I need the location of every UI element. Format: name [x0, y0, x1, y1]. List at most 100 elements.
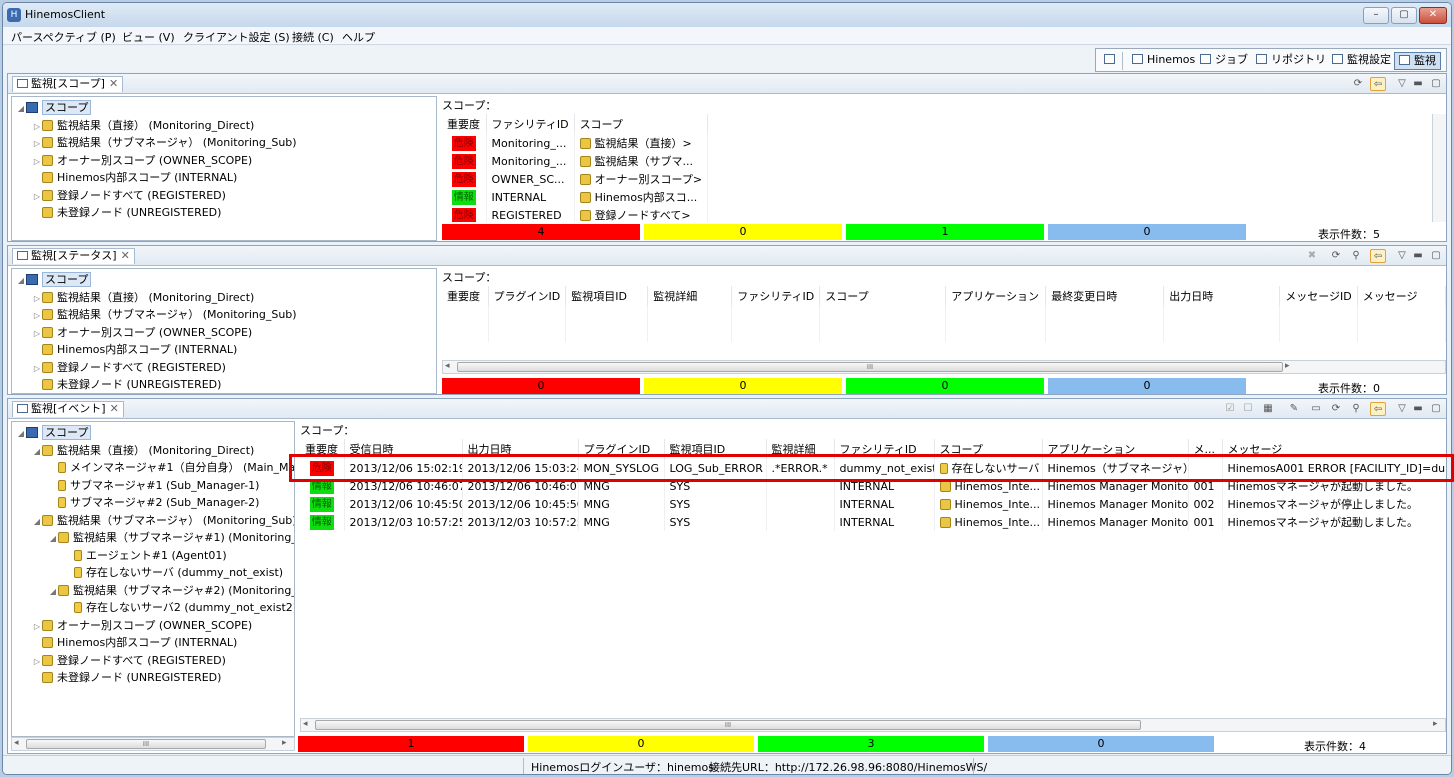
tree-item[interactable]: ▷ 登録ノードすべて (REGISTERED): [16, 652, 290, 670]
minimize-view-icon[interactable]: ▬: [1410, 77, 1426, 91]
tree-item[interactable]: ▷ 登録ノードすべて (REGISTERED): [16, 187, 432, 205]
maximize-view-icon[interactable]: ▢: [1428, 77, 1444, 91]
confirm-icon[interactable]: ☑: [1222, 402, 1238, 416]
perspective-monitor-settings[interactable]: 監視設定: [1328, 52, 1395, 70]
maximize-view-icon[interactable]: ▢: [1428, 249, 1444, 263]
tree-item[interactable]: 存在しないサーバ2 (dummy_not_exist2): [16, 599, 294, 617]
tree-item[interactable]: ▷ 監視結果（直接） (Monitoring_Direct): [16, 289, 432, 307]
batch-confirm-icon[interactable]: ▦: [1260, 402, 1276, 416]
delete-icon[interactable]: ✖: [1304, 249, 1320, 263]
column-header[interactable]: 監視項目ID: [565, 286, 649, 306]
open-perspective-icon[interactable]: [1100, 52, 1123, 70]
filter-icon[interactable]: ⚲: [1348, 249, 1364, 263]
column-header[interactable]: ファシリティID: [486, 114, 575, 134]
refresh-icon[interactable]: ⟳: [1350, 77, 1366, 91]
table-row[interactable]: 危険 OWNER_SC... オーナー別スコープ>: [442, 170, 1434, 188]
column-header[interactable]: 出力日時: [462, 439, 579, 459]
horizontal-scrollbar[interactable]: ◂ III ▸: [300, 718, 1446, 732]
column-header[interactable]: メ...: [1188, 439, 1223, 459]
menu-view[interactable]: ビュー (V): [122, 29, 175, 45]
tree-item[interactable]: Hinemos内部スコープ (INTERNAL): [16, 634, 290, 652]
column-header[interactable]: 重要度: [442, 286, 489, 306]
tree-item[interactable]: ▷ 登録ノードすべて (REGISTERED): [16, 359, 432, 377]
link-icon[interactable]: ⇦: [1370, 249, 1386, 263]
tree-root[interactable]: ◢ スコープ: [16, 99, 432, 117]
menu-perspective[interactable]: パースペクティブ (P): [11, 29, 116, 45]
table-row[interactable]: 危険 REGISTERED 登録ノードすべて>: [442, 206, 1434, 222]
tree-item[interactable]: ◢ 監視結果（サブマネージャ#1) (Monitoring_Su: [16, 529, 294, 547]
maximize-view-icon[interactable]: ▢: [1428, 402, 1444, 416]
minimize-button[interactable]: –: [1363, 7, 1389, 24]
column-header[interactable]: アプリケーション: [1042, 439, 1189, 459]
scrollbar-thumb[interactable]: III: [457, 362, 1283, 372]
tree-item[interactable]: Hinemos内部スコープ (INTERNAL): [16, 169, 432, 187]
column-header[interactable]: 監視項目ID: [664, 439, 767, 459]
scroll-left-icon[interactable]: ◂: [445, 361, 450, 371]
table-row[interactable]: 情報 2013/12/06 10:46:07 2013/12/06 10:46:07…: [300, 477, 1446, 495]
column-header[interactable]: ファシリティID: [834, 439, 935, 459]
column-header[interactable]: メッセージID: [1279, 286, 1358, 306]
tree-item[interactable]: サブマネージャ#2 (Sub_Manager-2): [16, 494, 290, 512]
table-row[interactable]: 情報 2013/12/06 10:45:50 2013/12/06 10:45:50…: [300, 495, 1446, 513]
close-tab-icon[interactable]: ✕: [121, 249, 130, 262]
column-header[interactable]: 最終変更日時: [1045, 286, 1165, 306]
scroll-left-icon[interactable]: ◂: [14, 738, 19, 748]
column-header[interactable]: 受信日時: [344, 439, 463, 459]
column-header[interactable]: 監視詳細: [766, 439, 835, 459]
tree-horizontal-scrollbar[interactable]: ◂ III ▸: [11, 737, 295, 751]
table-row[interactable]: 情報 2013/12/03 10:57:25 2013/12/03 10:57:25…: [300, 513, 1446, 531]
tree-root[interactable]: ◢ スコープ: [16, 271, 432, 289]
tree-item[interactable]: サブマネージャ#1 (Sub_Manager-1): [16, 477, 290, 495]
vertical-scrollbar[interactable]: [1432, 114, 1446, 222]
close-button[interactable]: ✕: [1419, 7, 1447, 24]
tab-scope-view[interactable]: 監視[スコープ] ✕: [12, 76, 124, 92]
maximize-button[interactable]: ▢: [1391, 7, 1417, 24]
tree-item[interactable]: ▷ 監視結果（サブマネージャ） (Monitoring_Sub): [16, 134, 432, 152]
view-menu-icon[interactable]: ▽: [1394, 402, 1410, 416]
view-menu-icon[interactable]: ▽: [1394, 249, 1410, 263]
tree-item[interactable]: 存在しないサーバ (dummy_not_exist): [16, 564, 290, 582]
column-header[interactable]: プラグインID: [488, 286, 567, 306]
perspective-repository[interactable]: リポジトリ: [1252, 52, 1330, 70]
close-tab-icon[interactable]: ✕: [109, 77, 118, 90]
tree-item[interactable]: 未登録ノード (UNREGISTERED): [16, 204, 432, 222]
filter-icon[interactable]: ⚲: [1348, 402, 1364, 416]
column-header[interactable]: 出力日時: [1163, 286, 1281, 306]
tree-item[interactable]: ▷ オーナー別スコープ (OWNER_SCOPE): [16, 617, 290, 635]
tree-item[interactable]: ▷ 監視結果（直接） (Monitoring_Direct): [16, 117, 432, 135]
table-row[interactable]: 危険 Monitoring_... 監視結果（サブマ...: [442, 152, 1434, 170]
column-header[interactable]: メッセージ: [1222, 439, 1446, 459]
perspective-hinemos[interactable]: Hinemos: [1128, 52, 1199, 70]
horizontal-scrollbar[interactable]: ◂ III ▸: [442, 360, 1446, 374]
column-header[interactable]: 監視詳細: [647, 286, 733, 306]
tree-item[interactable]: ◢ 監視結果（直接） (Monitoring_Direct): [16, 442, 290, 460]
column-header[interactable]: 重要度: [442, 114, 487, 134]
tree-root[interactable]: ◢ スコープ: [16, 424, 290, 442]
perspective-monitor[interactable]: 監視: [1394, 52, 1441, 70]
scrollbar-thumb[interactable]: III: [26, 739, 266, 749]
link-icon[interactable]: ⇦: [1370, 77, 1386, 91]
column-header[interactable]: ファシリティID: [731, 286, 821, 306]
export-icon[interactable]: ▭: [1308, 402, 1324, 416]
table-row[interactable]: 危険 2013/12/06 15:02:19 2013/12/06 15:03:24…: [300, 459, 1446, 477]
unconfirm-icon[interactable]: ☐: [1240, 402, 1256, 416]
menu-help[interactable]: ヘルプ: [342, 29, 375, 45]
column-header[interactable]: スコープ: [574, 114, 709, 134]
tree-item[interactable]: エージェント#1 (Agent01): [16, 547, 290, 565]
view-menu-icon[interactable]: ▽: [1394, 77, 1410, 91]
tree-item[interactable]: ◢ 監視結果（サブマネージャ#2) (Monitoring_Su: [16, 582, 294, 600]
scroll-right-icon[interactable]: ▸: [282, 738, 287, 748]
minimize-view-icon[interactable]: ▬: [1410, 249, 1426, 263]
table-row[interactable]: 危険 Monitoring_... 監視結果（直接）>: [442, 134, 1434, 152]
minimize-view-icon[interactable]: ▬: [1410, 402, 1426, 416]
tree-item[interactable]: ▷ 監視結果（サブマネージャ） (Monitoring_Sub): [16, 306, 432, 324]
column-header[interactable]: アプリケーション: [945, 286, 1047, 306]
tree-item[interactable]: 未登録ノード (UNREGISTERED): [16, 376, 432, 393]
tree-item[interactable]: 未登録ノード (UNREGISTERED): [16, 669, 290, 687]
column-header[interactable]: スコープ: [819, 286, 947, 306]
tree-item[interactable]: ◢ 監視結果（サブマネージャ） (Monitoring_Sub): [16, 512, 294, 530]
scroll-left-icon[interactable]: ◂: [303, 719, 308, 729]
refresh-icon[interactable]: ⟳: [1328, 249, 1344, 263]
column-header[interactable]: プラグインID: [578, 439, 665, 459]
scroll-right-icon[interactable]: ▸: [1285, 361, 1290, 371]
